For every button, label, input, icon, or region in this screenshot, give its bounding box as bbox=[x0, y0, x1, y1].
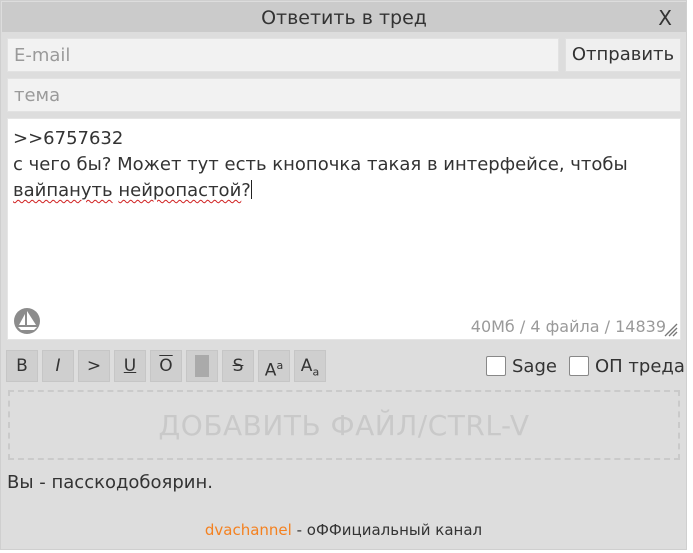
op-label: ОП треда bbox=[595, 356, 685, 377]
subscript-button[interactable]: Aa bbox=[294, 350, 326, 382]
email-field[interactable] bbox=[7, 38, 559, 72]
sage-label: Sage bbox=[512, 356, 557, 377]
resize-handle-icon[interactable] bbox=[662, 321, 678, 337]
reply-form-titlebar[interactable]: Ответить в тред X bbox=[2, 2, 686, 32]
spoiler-icon bbox=[195, 355, 209, 377]
underline-button[interactable]: U bbox=[114, 350, 146, 382]
strikethrough-button[interactable]: S bbox=[222, 350, 254, 382]
reply-form-panel: Ответить в тред X Отправить >>6757632 с … bbox=[0, 0, 687, 550]
message-line-2: с чего бы? Может тут есть кнопочка такая… bbox=[13, 154, 628, 175]
file-dropzone[interactable]: ДОБАВИТЬ ФАЙЛ/CTRL-V bbox=[8, 390, 680, 460]
message-line-1: >>6757632 bbox=[13, 128, 124, 149]
op-checkbox[interactable] bbox=[569, 356, 589, 376]
channel-link[interactable]: dvachannel bbox=[205, 521, 292, 539]
misspelled-word: вайпануть bbox=[13, 180, 113, 201]
overline-button[interactable]: O bbox=[150, 350, 182, 382]
subject-field[interactable] bbox=[7, 78, 681, 112]
passcode-status: Вы - пасскодобоярин. bbox=[7, 472, 213, 493]
misspelled-word: нейропастой bbox=[118, 180, 242, 201]
sage-checkbox[interactable] bbox=[486, 356, 506, 376]
spoiler-button[interactable] bbox=[186, 350, 218, 382]
text-caret bbox=[250, 180, 252, 199]
send-button[interactable]: Отправить bbox=[565, 38, 681, 72]
message-textarea[interactable]: >>6757632 с чего бы? Может тут есть кноп… bbox=[7, 118, 681, 340]
message-text: >>6757632 с чего бы? Может тут есть кноп… bbox=[13, 128, 628, 201]
reply-form-title: Ответить в тред bbox=[261, 7, 427, 29]
sail-icon[interactable] bbox=[12, 306, 42, 336]
bold-button[interactable]: B bbox=[6, 350, 38, 382]
upload-limit-counter: 40Мб / 4 файла / 14839 bbox=[470, 317, 666, 336]
footer-suffix: - оФФициальный канал bbox=[291, 521, 483, 539]
footer: dvachannel - оФФициальный канал bbox=[1, 521, 686, 539]
close-button[interactable]: X bbox=[658, 6, 672, 30]
quote-button[interactable]: > bbox=[78, 350, 110, 382]
dropzone-label: ДОБАВИТЬ ФАЙЛ/CTRL-V bbox=[158, 409, 530, 442]
italic-button[interactable]: I bbox=[42, 350, 74, 382]
superscript-button[interactable]: Aa bbox=[258, 350, 290, 382]
